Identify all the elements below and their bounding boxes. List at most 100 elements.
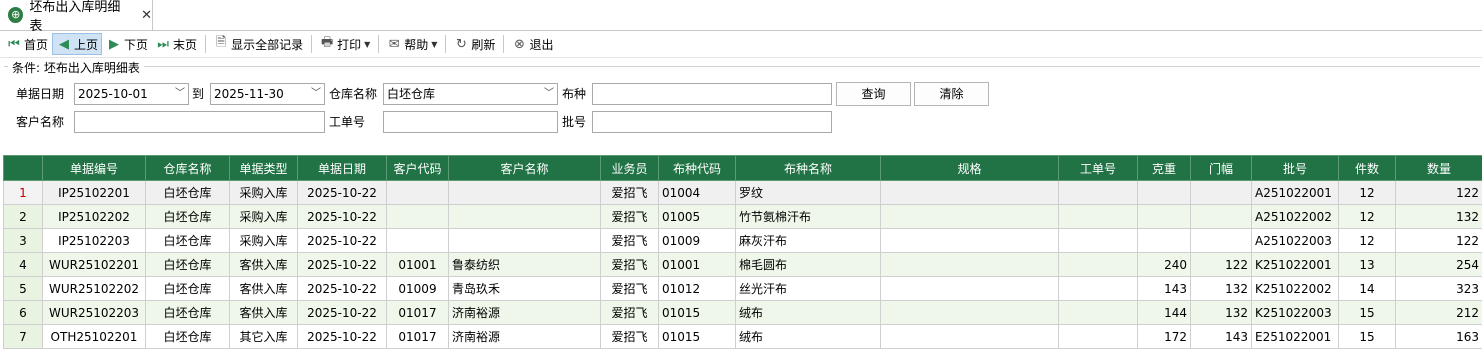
column-header[interactable]: 工单号 [1059,156,1138,181]
column-header[interactable]: 布种代码 [659,156,736,181]
table-cell[interactable]: A251022002 [1252,205,1339,229]
table-cell[interactable] [1191,181,1252,205]
table-row[interactable]: 3IP25102203白坯仓库采购入库2025-10-22爱招飞01009麻灰汗… [4,229,1482,253]
table-cell[interactable]: 麻灰汗布 [736,229,881,253]
table-cell[interactable] [1059,253,1138,277]
table-cell[interactable] [1059,205,1138,229]
table-cell[interactable]: 2025-10-22 [298,205,387,229]
table-cell[interactable]: 132 [1191,301,1252,325]
table-cell[interactable]: 竹节氨棉汗布 [736,205,881,229]
table-cell[interactable]: 白坯仓库 [146,181,230,205]
table-cell[interactable]: 122 [1396,229,1482,253]
table-cell[interactable] [449,229,601,253]
table-cell[interactable]: 212 [1396,301,1482,325]
table-cell[interactable]: 143 [1138,277,1191,301]
workorder-input[interactable] [383,111,558,133]
row-number[interactable]: 5 [4,277,43,301]
table-cell[interactable]: 白坯仓库 [146,205,230,229]
column-header[interactable]: 件数 [1339,156,1396,181]
table-cell[interactable]: 122 [1191,253,1252,277]
row-number[interactable]: 6 [4,301,43,325]
table-cell[interactable] [1059,301,1138,325]
show-all-button[interactable]: 🗎显示全部记录 [210,33,306,55]
table-cell[interactable] [387,229,449,253]
table-cell[interactable]: 2025-10-22 [298,301,387,325]
table-cell[interactable]: 白坯仓库 [146,277,230,301]
table-cell[interactable]: 客供入库 [230,301,298,325]
warehouse-select[interactable]: 白坯仓库 ﹀ [383,83,558,105]
table-cell[interactable]: 2025-10-22 [298,229,387,253]
table-cell[interactable]: 爱招飞 [601,253,659,277]
table-cell[interactable]: 爱招飞 [601,181,659,205]
first-page-button[interactable]: ⏮首页 [3,33,51,55]
table-cell[interactable] [881,301,1059,325]
table-cell[interactable] [1191,229,1252,253]
table-cell[interactable]: 白坯仓库 [146,301,230,325]
customer-input[interactable] [74,111,325,133]
table-cell[interactable] [1191,205,1252,229]
table-cell[interactable]: 丝光汗布 [736,277,881,301]
column-header[interactable]: 单据日期 [298,156,387,181]
table-cell[interactable]: 采购入库 [230,229,298,253]
table-cell[interactable]: 144 [1138,301,1191,325]
column-header[interactable]: 单据编号 [43,156,146,181]
table-cell[interactable]: K251022001 [1252,253,1339,277]
table-cell[interactable]: 济南裕源 [449,301,601,325]
table-cell[interactable]: 122 [1396,181,1482,205]
table-cell[interactable]: 绒布 [736,301,881,325]
table-cell[interactable] [449,205,601,229]
column-header[interactable]: 客户代码 [387,156,449,181]
column-header[interactable]: 克重 [1138,156,1191,181]
table-cell[interactable] [387,181,449,205]
batch-input[interactable] [592,111,832,133]
table-cell[interactable] [1059,277,1138,301]
table-cell[interactable] [881,253,1059,277]
table-cell[interactable]: 01005 [659,205,736,229]
date-from-picker[interactable]: 2025-10-01 ﹀ [74,83,189,105]
table-cell[interactable] [881,277,1059,301]
table-cell[interactable]: 爱招飞 [601,229,659,253]
last-page-button[interactable]: ⏭末页 [152,33,200,55]
table-cell[interactable]: 01009 [387,277,449,301]
table-cell[interactable]: 13 [1339,253,1396,277]
table-cell[interactable]: 爱招飞 [601,301,659,325]
table-cell[interactable]: WUR25102203 [43,301,146,325]
table-cell[interactable]: 132 [1191,277,1252,301]
row-number[interactable]: 2 [4,205,43,229]
table-cell[interactable]: 客供入库 [230,277,298,301]
table-cell[interactable]: 爱招飞 [601,205,659,229]
table-cell[interactable]: 爱招飞 [601,277,659,301]
table-cell[interactable]: 青岛玖禾 [449,277,601,301]
table-cell[interactable]: IP25102201 [43,181,146,205]
column-header[interactable]: 业务员 [601,156,659,181]
close-icon[interactable]: ✕ [141,8,152,23]
table-cell[interactable] [1059,229,1138,253]
help-button[interactable]: ✉帮助▼ [383,33,440,55]
tab-fabric-report[interactable]: ⊕ 坯布出入库明细表 ✕ [0,0,153,30]
table-cell[interactable]: 01012 [659,277,736,301]
column-header[interactable]: 批号 [1252,156,1339,181]
table-cell[interactable] [881,205,1059,229]
table-cell[interactable]: 2025-10-22 [298,277,387,301]
next-page-button[interactable]: ▶下页 [103,33,151,55]
column-header[interactable]: 门幅 [1191,156,1252,181]
table-cell[interactable]: 罗纹 [736,181,881,205]
table-cell[interactable]: 240 [1138,253,1191,277]
table-row[interactable]: 6WUR25102203白坯仓库客供入库2025-10-2201017济南裕源爱… [4,301,1482,325]
table-cell[interactable]: 01017 [387,301,449,325]
fabric-input[interactable] [592,83,832,105]
table-cell[interactable]: 132 [1396,205,1482,229]
column-header[interactable]: 客户名称 [449,156,601,181]
table-cell[interactable]: 01001 [387,253,449,277]
table-cell[interactable]: 采购入库 [230,181,298,205]
table-cell[interactable]: 鲁泰纺织 [449,253,601,277]
column-header[interactable]: 数量 [1396,156,1482,181]
column-header[interactable]: 仓库名称 [146,156,230,181]
table-cell[interactable] [1138,205,1191,229]
table-cell[interactable]: A251022001 [1252,181,1339,205]
prev-page-button[interactable]: ◀上页 [52,33,102,55]
query-button[interactable]: 查询 [836,82,911,106]
table-cell[interactable]: K251022002 [1252,277,1339,301]
table-cell[interactable]: 01004 [659,181,736,205]
column-header[interactable]: 单据类型 [230,156,298,181]
